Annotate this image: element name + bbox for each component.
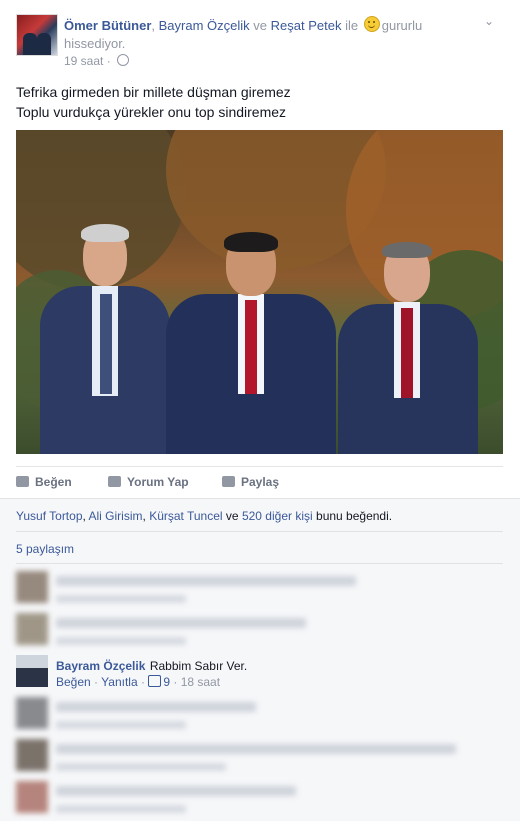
connector-ile: ile — [345, 18, 359, 33]
like-icon — [16, 476, 29, 487]
tagged-link-1[interactable]: Bayram Özçelik — [159, 18, 250, 33]
divider — [16, 531, 503, 532]
comment-blurred — [16, 697, 503, 737]
comment-like-count[interactable]: 9 — [163, 675, 170, 689]
smiley-icon — [363, 16, 380, 32]
liker-link-3[interactable]: Kürşat Tuncel — [149, 509, 222, 523]
globe-icon — [117, 54, 130, 66]
share-button[interactable]: Paylaş — [222, 475, 279, 489]
comment-reply-link[interactable]: Yanıtla — [101, 675, 137, 689]
post-card: Ömer Bütüner, Bayram Özçelik ve Reşat Pe… — [0, 0, 520, 821]
post-text: Tefrika girmeden bir millete düşman gire… — [16, 82, 291, 122]
post-header: Ömer Bütüner, Bayram Özçelik ve Reşat Pe… — [16, 14, 496, 70]
divider — [16, 563, 503, 564]
comment-time[interactable]: 18 saat — [181, 675, 220, 689]
commenter-avatar — [16, 739, 48, 771]
commenter-avatar — [16, 613, 48, 645]
chevron-down-icon[interactable]: ⌄ — [484, 14, 496, 28]
tagged-link-2[interactable]: Reşat Petek — [271, 18, 342, 33]
comment-icon — [108, 476, 121, 487]
comment-blurred — [16, 739, 503, 779]
comment-like-link[interactable]: Beğen — [56, 675, 91, 689]
post-meta: 19 saat · — [64, 54, 130, 68]
liker-link-2[interactable]: Ali Girisim — [89, 509, 143, 523]
commenter-avatar — [16, 571, 48, 603]
commenter-avatar — [16, 781, 48, 813]
liker-link-1[interactable]: Yusuf Tortop — [16, 509, 83, 523]
comment-blurred — [16, 781, 503, 821]
post-photo[interactable] — [16, 130, 503, 454]
meta-dot: · — [106, 54, 111, 68]
likes-summary: Yusuf Tortop, Ali Girisim, Kürşat Tuncel… — [16, 509, 393, 523]
post-text-line-2: Toplu vurdukça yürekler onu top sindirem… — [16, 104, 287, 120]
comment-text: Rabbim Sabır Ver. — [149, 659, 248, 673]
shares-count[interactable]: 5 paylaşım — [16, 542, 74, 556]
commenter-avatar — [16, 697, 48, 729]
comment-blurred — [16, 571, 503, 611]
comment: Bayram Özçelik Rabbim Sabır Ver. Beğen ·… — [16, 655, 503, 695]
person-middle — [166, 232, 336, 454]
feedback-panel: Yusuf Tortop, Ali Girisim, Kürşat Tuncel… — [0, 498, 520, 821]
person-left — [40, 224, 170, 454]
post-header-text: Ömer Bütüner, Bayram Özçelik ve Reşat Pe… — [64, 16, 423, 51]
post-time[interactable]: 19 saat — [64, 54, 103, 68]
commenter-name[interactable]: Bayram Özçelik — [56, 659, 145, 673]
author-link[interactable]: Ömer Bütüner — [64, 18, 151, 33]
commenter-avatar[interactable] — [16, 655, 48, 687]
likers-others-link[interactable]: 520 diğer kişi — [242, 509, 313, 523]
like-button[interactable]: Beğen — [16, 475, 72, 489]
person-right — [338, 242, 478, 454]
post-text-line-1: Tefrika girmeden bir millete düşman gire… — [16, 84, 291, 100]
author-avatar[interactable] — [16, 14, 58, 56]
share-icon — [222, 476, 235, 487]
comment-button[interactable]: Yorum Yap — [108, 475, 189, 489]
thumbs-up-icon — [148, 675, 162, 687]
comment-blurred — [16, 613, 503, 653]
post-actions: Beğen Yorum Yap Paylaş — [16, 466, 503, 497]
connector-ve: ve — [253, 18, 268, 33]
